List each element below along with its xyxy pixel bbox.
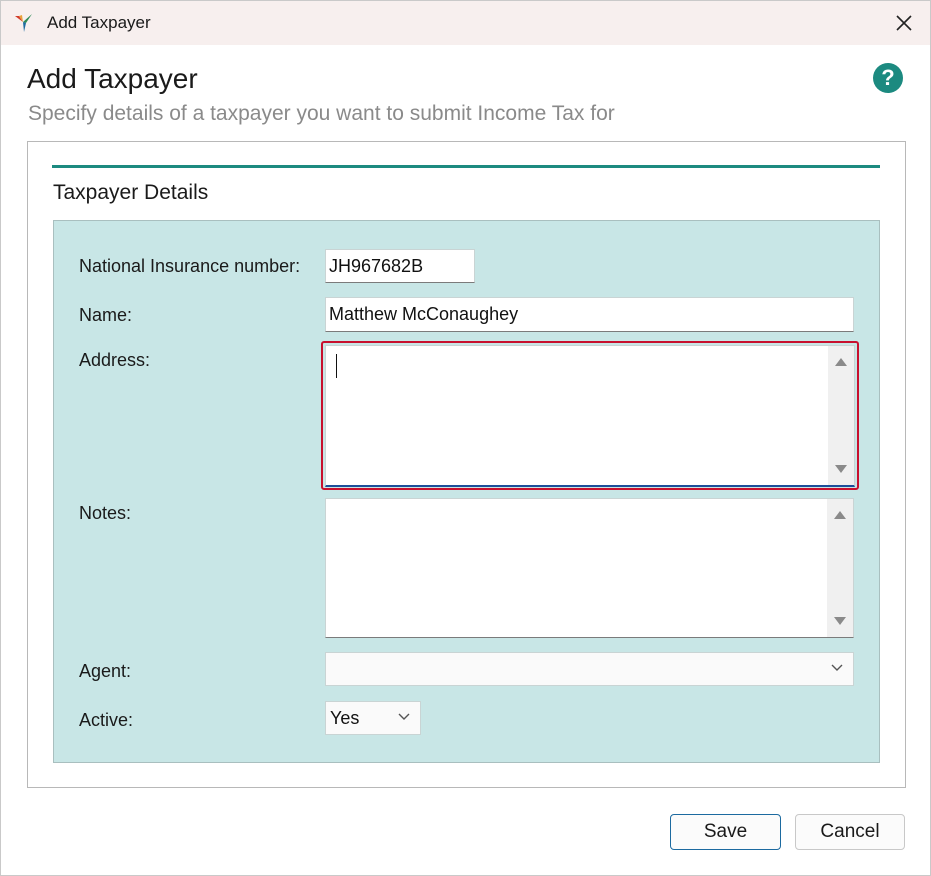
ni-label: National Insurance number: — [79, 256, 301, 276]
active-selected-value: Yes — [330, 707, 360, 728]
section-title: Taxpayer Details — [53, 181, 209, 204]
chevron-down-icon — [398, 713, 410, 720]
title-bar: Add Taxpayer — [1, 1, 930, 45]
address-label: Address: — [79, 350, 151, 370]
active-dropdown[interactable]: Yes — [325, 701, 421, 735]
name-input[interactable]: Matthew McConaughey — [325, 297, 854, 332]
scroll-down-arrow-icon[interactable] — [834, 617, 846, 625]
agent-label: Agent: — [79, 661, 132, 681]
add-taxpayer-dialog: Add Taxpayer Add Taxpayer Specify detail… — [0, 0, 931, 876]
notes-label: Notes: — [79, 503, 132, 523]
name-label: Name: — [79, 305, 133, 325]
window-title: Add Taxpayer — [47, 13, 151, 32]
scroll-up-arrow-icon[interactable] — [834, 511, 846, 519]
agent-dropdown[interactable] — [325, 652, 854, 686]
app-logo-icon — [15, 14, 32, 32]
cancel-button[interactable]: Cancel — [795, 814, 905, 850]
section-divider — [52, 165, 880, 168]
chevron-down-icon — [831, 664, 843, 671]
ni-input-value: JH967682B — [329, 255, 424, 276]
page-subtitle: Specify details of a taxpayer you want t… — [28, 102, 615, 125]
close-button[interactable] — [878, 1, 930, 45]
ni-input[interactable]: JH967682B — [325, 249, 475, 283]
name-input-value: Matthew McConaughey — [329, 304, 519, 324]
close-icon — [896, 15, 912, 31]
help-icon: ? — [881, 65, 895, 90]
page-title: Add Taxpayer — [27, 63, 198, 94]
notes-textarea[interactable] — [325, 498, 854, 638]
help-button[interactable]: ? — [873, 63, 903, 93]
active-label: Active: — [79, 710, 134, 730]
address-focus-highlight — [321, 341, 859, 490]
notes-scrollbar[interactable] — [827, 499, 853, 637]
save-button[interactable]: Save — [670, 814, 781, 850]
